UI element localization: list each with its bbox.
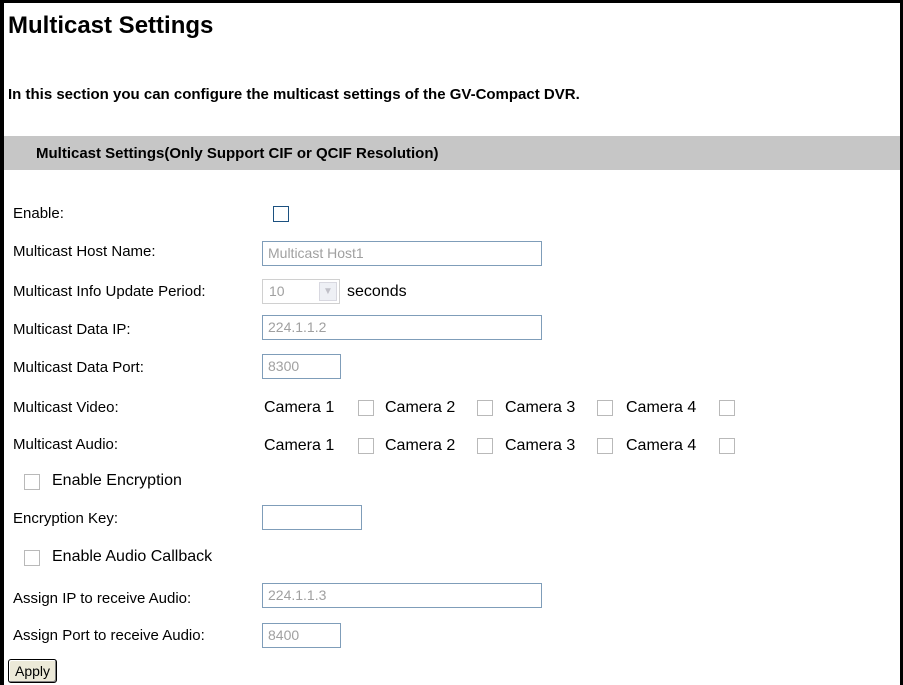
- chevron-down-icon[interactable]: ▼: [319, 282, 337, 301]
- enable-checkbox[interactable]: [273, 206, 289, 222]
- multicast-audio-label: Multicast Audio:: [13, 436, 119, 453]
- audio-camera-3-checkbox[interactable]: [597, 438, 613, 454]
- audio-camera-4-label: Camera 4: [626, 437, 697, 454]
- video-camera-1-checkbox[interactable]: [358, 400, 374, 416]
- data-port-label: Multicast Data Port:: [13, 359, 144, 376]
- encryption-key-label: Encryption Key:: [13, 510, 119, 527]
- enable-label: Enable:: [13, 205, 64, 222]
- multicast-video-label: Multicast Video:: [13, 399, 119, 416]
- update-period-select[interactable]: 10 ▼: [262, 279, 340, 304]
- video-camera-2-label: Camera 2: [385, 399, 456, 416]
- video-camera-3-checkbox[interactable]: [597, 400, 613, 416]
- video-camera-2-checkbox[interactable]: [477, 400, 493, 416]
- page-description: In this section you can configure the mu…: [8, 86, 580, 103]
- audio-camera-2-checkbox[interactable]: [477, 438, 493, 454]
- update-period-value: 10: [269, 283, 285, 299]
- video-camera-4-checkbox[interactable]: [719, 400, 735, 416]
- data-port-input[interactable]: 8300: [262, 354, 341, 379]
- data-ip-label: Multicast Data IP:: [13, 321, 131, 338]
- encryption-key-input[interactable]: [262, 505, 362, 530]
- enable-encryption-label: Enable Encryption: [52, 472, 182, 489]
- audio-camera-1-checkbox[interactable]: [358, 438, 374, 454]
- section-title: Multicast Settings(Only Support CIF or Q…: [36, 145, 439, 162]
- enable-audio-callback-label: Enable Audio Callback: [52, 548, 213, 565]
- audio-port-label: Assign Port to receive Audio:: [13, 627, 205, 644]
- audio-ip-input[interactable]: 224.1.1.3: [262, 583, 542, 608]
- host-name-label: Multicast Host Name:: [13, 243, 156, 260]
- data-ip-input[interactable]: 224.1.1.2: [262, 315, 542, 340]
- enable-encryption-checkbox[interactable]: [24, 474, 40, 490]
- audio-port-input[interactable]: 8400: [262, 623, 341, 648]
- enable-audio-callback-checkbox[interactable]: [24, 550, 40, 566]
- audio-ip-label: Assign IP to receive Audio:: [13, 590, 192, 607]
- audio-camera-4-checkbox[interactable]: [719, 438, 735, 454]
- host-name-input[interactable]: Multicast Host1: [262, 241, 542, 266]
- video-camera-3-label: Camera 3: [505, 399, 576, 416]
- section-header: Multicast Settings(Only Support CIF or Q…: [4, 136, 900, 170]
- page-title: Multicast Settings: [8, 12, 214, 39]
- update-period-unit: seconds: [347, 283, 407, 300]
- audio-camera-1-label: Camera 1: [264, 437, 335, 454]
- apply-button[interactable]: Apply: [8, 659, 57, 683]
- update-period-label: Multicast Info Update Period:: [13, 283, 206, 300]
- video-camera-1-label: Camera 1: [264, 399, 335, 416]
- video-camera-4-label: Camera 4: [626, 399, 697, 416]
- audio-camera-3-label: Camera 3: [505, 437, 576, 454]
- audio-camera-2-label: Camera 2: [385, 437, 456, 454]
